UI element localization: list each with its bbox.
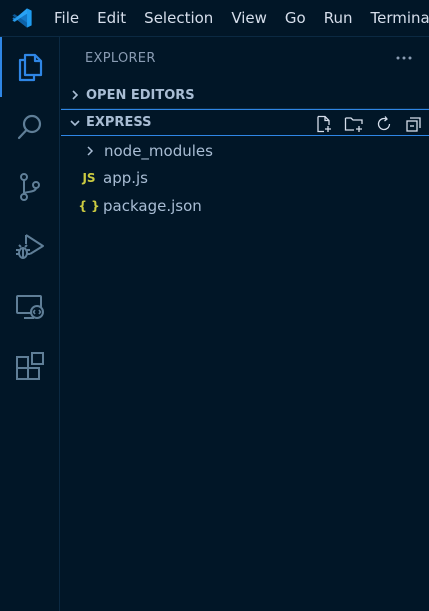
- section-label-express: EXPRESS: [86, 115, 152, 130]
- chevron-down-icon: [64, 112, 86, 134]
- json-file-icon: { }: [78, 199, 100, 213]
- tree-item-app-js[interactable]: JS app.js: [61, 164, 429, 192]
- menu-selection[interactable]: Selection: [135, 0, 222, 36]
- menu-run[interactable]: Run: [315, 0, 362, 36]
- section-label-open-editors: OPEN EDITORS: [86, 87, 195, 103]
- activity-explorer[interactable]: [0, 37, 60, 97]
- sidebar-title: EXPLORER: [85, 51, 156, 66]
- activity-run-debug[interactable]: [0, 217, 60, 277]
- new-file-icon[interactable]: [309, 110, 339, 137]
- refresh-icon[interactable]: [369, 110, 399, 137]
- collapse-all-icon[interactable]: [399, 110, 429, 137]
- menu-go[interactable]: Go: [276, 0, 315, 36]
- files-icon: [18, 53, 43, 82]
- tree-item-node-modules[interactable]: node_modules: [61, 137, 429, 165]
- run-debug-icon: [16, 234, 44, 259]
- activity-search[interactable]: [0, 97, 60, 157]
- section-open-editors[interactable]: OPEN EDITORS: [61, 82, 429, 109]
- section-actions: [309, 110, 429, 137]
- chevron-right-icon: [64, 84, 86, 106]
- search-icon: [17, 114, 42, 140]
- activity-extensions[interactable]: [0, 337, 60, 397]
- tree-item-label: node_modules: [104, 142, 213, 160]
- section-express[interactable]: EXPRESS: [61, 109, 429, 136]
- ellipsis-icon[interactable]: [393, 47, 415, 69]
- menu-file[interactable]: File: [44, 0, 88, 36]
- menu-view[interactable]: View: [222, 0, 276, 36]
- activity-source-control[interactable]: [0, 157, 60, 217]
- extensions-icon: [16, 352, 44, 380]
- source-control-icon: [20, 173, 40, 201]
- menu-terminal[interactable]: Termina: [362, 0, 429, 36]
- tree-item-label: app.js: [103, 169, 148, 187]
- explorer-sidebar: EXPLORER OPEN EDITORS EXPRESS node_modul…: [61, 37, 429, 611]
- chevron-right-icon: [81, 142, 99, 160]
- menu-edit[interactable]: Edit: [88, 0, 135, 36]
- vscode-logo-icon: [0, 0, 44, 36]
- remote-explorer-icon: [16, 295, 44, 319]
- tree-item-package-json[interactable]: { } package.json: [61, 192, 429, 220]
- activity-bar: [0, 37, 60, 611]
- title-menu-bar: File Edit Selection View Go Run Termina: [0, 0, 429, 37]
- new-folder-icon[interactable]: [339, 110, 369, 137]
- activity-remote-explorer[interactable]: [0, 277, 60, 337]
- tree-item-label: package.json: [103, 197, 202, 215]
- javascript-file-icon: JS: [82, 171, 96, 185]
